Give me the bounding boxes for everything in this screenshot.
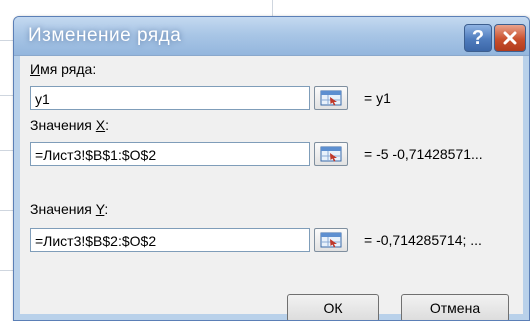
y-values-preview: = -0,714285714; ... [364,232,482,248]
y-values-label: Значения Y: [30,201,109,217]
dialog-title: Изменение ряда [28,25,182,46]
range-select-icon [320,90,342,106]
ok-button[interactable]: ОК [287,294,379,320]
y-values-range-button[interactable] [314,228,348,252]
sheet-gridline [272,0,273,16]
edit-series-dialog: Изменение ряда ? Имя ряда: y1 = y1 Значе… [13,16,530,321]
dialog-body: Имя ряда: y1 = y1 Значения X: =Лист3!$B$… [20,56,523,320]
range-select-icon [320,232,342,248]
y-values-field[interactable]: =Лист3!$B$2:$O$2 [30,228,310,252]
x-values-range-button[interactable] [314,142,348,166]
sheet-gridline [0,210,13,211]
sheet-gridline [0,150,13,151]
close-button[interactable] [494,24,526,52]
series-name-range-button[interactable] [314,86,348,110]
dialog-titlebar[interactable]: Изменение ряда ? [14,17,529,56]
sheet-gridline [0,40,13,41]
x-values-field[interactable]: =Лист3!$B$1:$O$2 [30,142,310,166]
x-values-label: Значения X: [30,117,110,133]
sheet-gridline [0,95,13,96]
close-icon [503,31,517,45]
cancel-button[interactable]: Отмена [401,294,509,320]
series-name-label: Имя ряда: [30,61,97,77]
series-name-preview: = y1 [364,90,391,106]
sheet-gridline [0,270,13,271]
question-mark-icon: ? [471,26,485,49]
range-select-icon [320,146,342,162]
help-button[interactable]: ? [464,24,492,52]
series-name-field[interactable]: y1 [30,86,310,110]
x-values-preview: = -5 -0,71428571... [364,146,483,162]
